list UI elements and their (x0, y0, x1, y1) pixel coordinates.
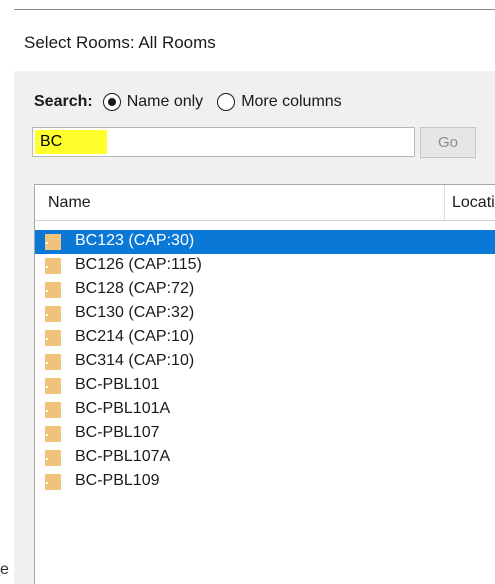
top-divider (14, 9, 495, 10)
list-item[interactable]: BC126 (CAP:115) (35, 254, 495, 278)
room-icon (45, 450, 61, 466)
rooms-list[interactable]: Name Locati BC123 (CAP:30) BC126 (CAP:115… (34, 184, 495, 584)
room-icon (45, 378, 61, 394)
dialog-title: Select Rooms: All Rooms (24, 33, 216, 52)
search-options: Search: Name only More columns (34, 89, 356, 115)
list-item-label: BC-PBL101 (75, 376, 160, 393)
search-input[interactable] (40, 133, 400, 151)
room-icon (45, 474, 61, 490)
column-header-location[interactable]: Locati (452, 194, 495, 212)
list-item-label: BC130 (CAP:32) (75, 304, 195, 321)
search-panel: Search: Name only More columns Go Name L… (14, 71, 495, 584)
radio-checked-icon (102, 93, 121, 111)
column-header-name[interactable]: Name (48, 194, 91, 212)
list-item[interactable]: BC130 (CAP:32) (35, 302, 495, 326)
column-divider[interactable] (444, 185, 445, 220)
radio-unchecked-icon (217, 93, 236, 111)
search-label: Search: (34, 93, 93, 110)
room-icon (45, 306, 61, 322)
list-item[interactable]: BC-PBL101 (35, 374, 495, 398)
list-item[interactable]: BC314 (CAP:10) (35, 350, 495, 374)
list-item-label: BC128 (CAP:72) (75, 280, 195, 297)
list-item-label: BC-PBL109 (75, 472, 160, 489)
list-item[interactable]: BC-PBL107A (35, 446, 495, 470)
room-icon (45, 426, 61, 442)
room-icon (45, 282, 61, 298)
list-rows: BC123 (CAP:30) BC126 (CAP:115) BC128 (CAP:… (35, 230, 495, 494)
radio-more-columns[interactable]: More columns (217, 93, 342, 111)
list-item[interactable]: BC123 (CAP:30) (35, 230, 495, 254)
radio-name-only[interactable]: Name only (102, 93, 204, 111)
list-item-label: BC214 (CAP:10) (75, 328, 195, 345)
list-item[interactable]: BC-PBL107 (35, 422, 495, 446)
list-item[interactable]: BC-PBL101A (35, 398, 495, 422)
room-icon (45, 258, 61, 274)
list-item-label: BC126 (CAP:115) (75, 256, 202, 273)
stray-text: e (0, 561, 9, 578)
radio-more-columns-label: More columns (241, 93, 342, 110)
list-item-label: BC-PBL107 (75, 424, 160, 441)
list-item[interactable]: BC-PBL109 (35, 470, 495, 494)
search-field[interactable] (32, 127, 415, 157)
list-header: Name Locati (35, 185, 495, 221)
list-item-label: BC-PBL107A (75, 448, 171, 465)
list-item-label: BC314 (CAP:10) (75, 352, 195, 369)
room-icon (45, 330, 61, 346)
list-item-label: BC-PBL101A (75, 400, 171, 417)
list-item[interactable]: BC128 (CAP:72) (35, 278, 495, 302)
room-icon (45, 234, 61, 250)
go-button[interactable]: Go (420, 127, 476, 158)
radio-name-only-label: Name only (126, 93, 204, 110)
list-item[interactable]: BC214 (CAP:10) (35, 326, 495, 350)
room-icon (45, 354, 61, 370)
list-item-label: BC123 (CAP:30) (75, 232, 195, 249)
room-icon (45, 402, 61, 418)
